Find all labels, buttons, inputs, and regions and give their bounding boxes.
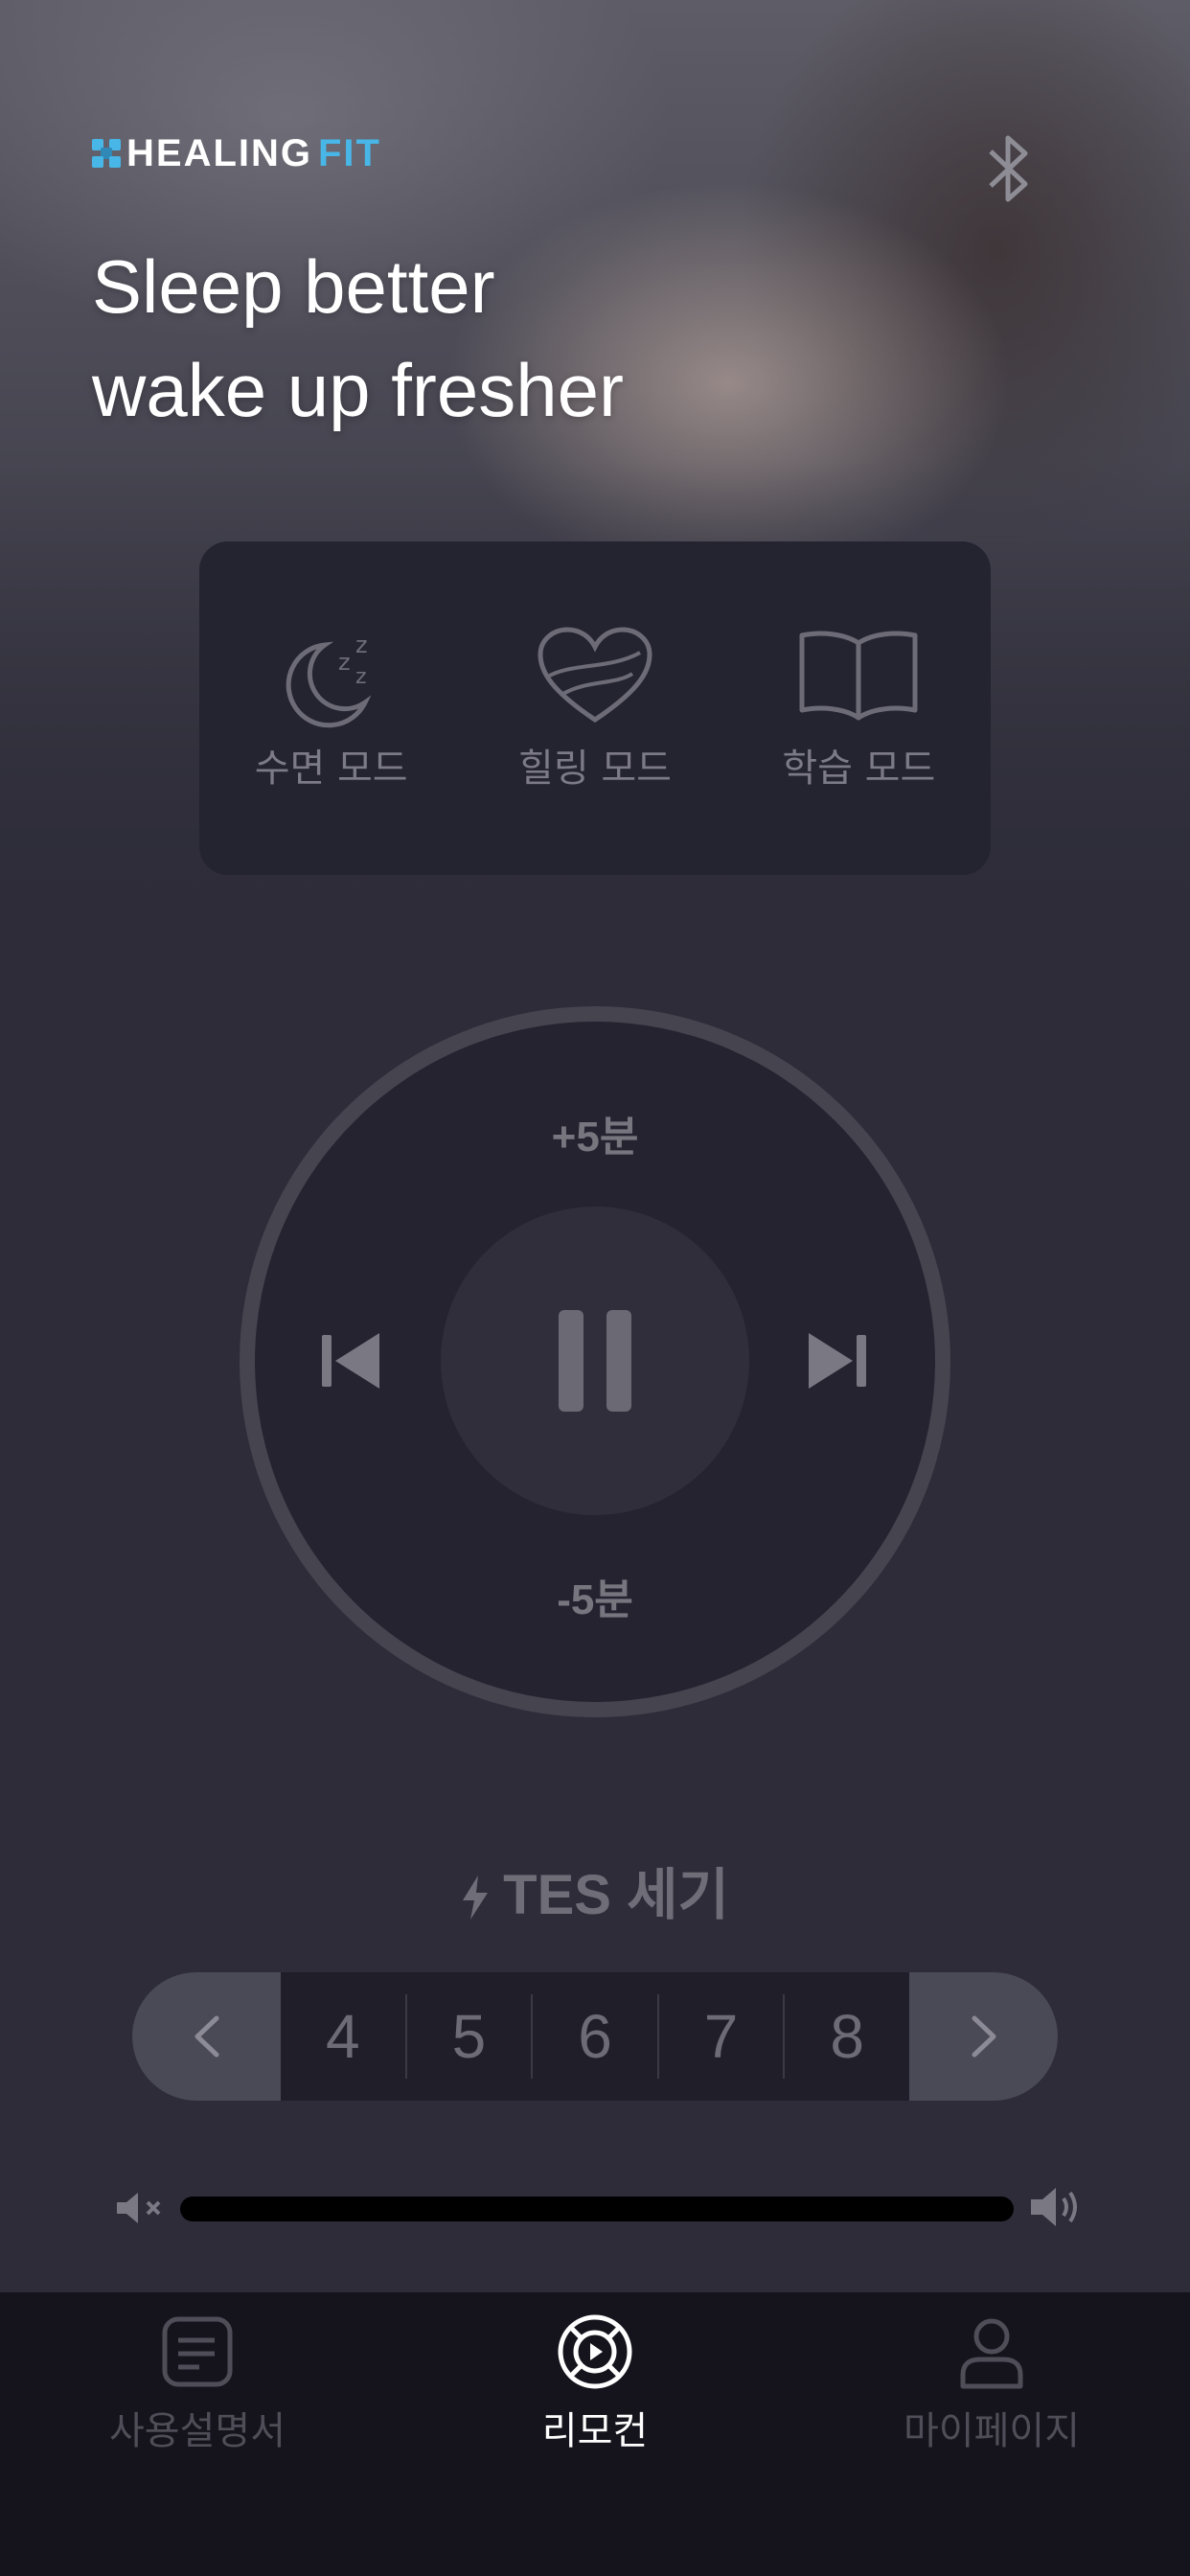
tab-mypage-label: 마이페이지: [904, 2409, 1080, 2453]
tes-value-item[interactable]: 4: [281, 1994, 407, 2079]
headline: Sleep better wake up fresher: [92, 235, 954, 442]
moon-sleep-icon: z z z: [286, 632, 372, 728]
mode-sleep-label: 수면 모드: [254, 747, 408, 791]
manual-icon: [162, 2316, 233, 2387]
logo-mark-icon: [92, 139, 121, 168]
svg-text:z: z: [355, 665, 367, 689]
tes-increase-button[interactable]: [909, 1972, 1058, 2101]
skip-previous-icon[interactable]: [316, 1327, 385, 1394]
mode-healing-button[interactable]: 힐링 모드: [480, 624, 710, 793]
user-icon: [960, 2318, 1023, 2389]
mode-selector: z z z 수면 모드 힐링 모드 학습 모드: [199, 541, 991, 875]
tes-decrease-button[interactable]: [132, 1972, 281, 2101]
book-icon: [799, 631, 918, 721]
tab-remote[interactable]: 리모컨: [451, 2312, 739, 2455]
headline-line-2: wake up fresher: [92, 348, 624, 432]
bluetooth-icon[interactable]: [981, 130, 1039, 207]
minus-5-min-button[interactable]: -5분: [499, 1565, 691, 1626]
tes-values: 4 5 6 7 8: [281, 1972, 909, 2101]
tab-manual-label: 사용설명서: [109, 2409, 286, 2453]
headline-line-1: Sleep better: [92, 244, 495, 329]
mode-sleep-button[interactable]: z z z 수면 모드: [217, 624, 446, 793]
remote-control-icon: [558, 2314, 632, 2389]
svg-text:z: z: [338, 649, 351, 676]
pause-icon: [559, 1310, 631, 1412]
pause-button[interactable]: [441, 1207, 749, 1515]
logo-text-fit: FIT: [318, 131, 381, 174]
tes-title-text: TES 세기: [503, 1864, 729, 1926]
logo-text-healing: HEALING: [126, 131, 312, 174]
tes-value-item[interactable]: 5: [407, 1994, 534, 2079]
tes-value-item[interactable]: 7: [659, 1994, 786, 2079]
brand-logo: HEALING FIT: [92, 132, 381, 174]
tes-intensity-stepper: 4 5 6 7 8: [132, 1972, 1058, 2101]
mode-study-label: 학습 모드: [782, 747, 936, 791]
tab-mypage[interactable]: 마이페이지: [848, 2312, 1135, 2455]
tes-value-item[interactable]: 8: [785, 1994, 909, 2079]
chevron-left-icon: [195, 2015, 218, 2058]
svg-text:z: z: [355, 632, 368, 658]
tes-intensity-title: TES 세기: [0, 1850, 1190, 1930]
heart-icon: [538, 627, 652, 724]
volume-slider[interactable]: [180, 2196, 1014, 2221]
bottom-tab-bar: 사용설명서 리모컨 마이페이지: [0, 2292, 1190, 2576]
tes-value-item[interactable]: 6: [533, 1994, 659, 2079]
chevron-right-icon: [972, 2015, 995, 2058]
volume-up-icon[interactable]: [1029, 2185, 1083, 2229]
volume-mute-icon[interactable]: [115, 2191, 165, 2225]
tab-manual[interactable]: 사용설명서: [54, 2312, 341, 2455]
lightning-icon: [463, 1875, 489, 1920]
tab-remote-label: 리모컨: [541, 2409, 649, 2453]
plus-5-min-button[interactable]: +5분: [499, 1102, 691, 1163]
mode-healing-label: 힐링 모드: [518, 747, 672, 791]
mode-study-button[interactable]: 학습 모드: [744, 624, 973, 793]
skip-next-icon[interactable]: [803, 1327, 872, 1394]
